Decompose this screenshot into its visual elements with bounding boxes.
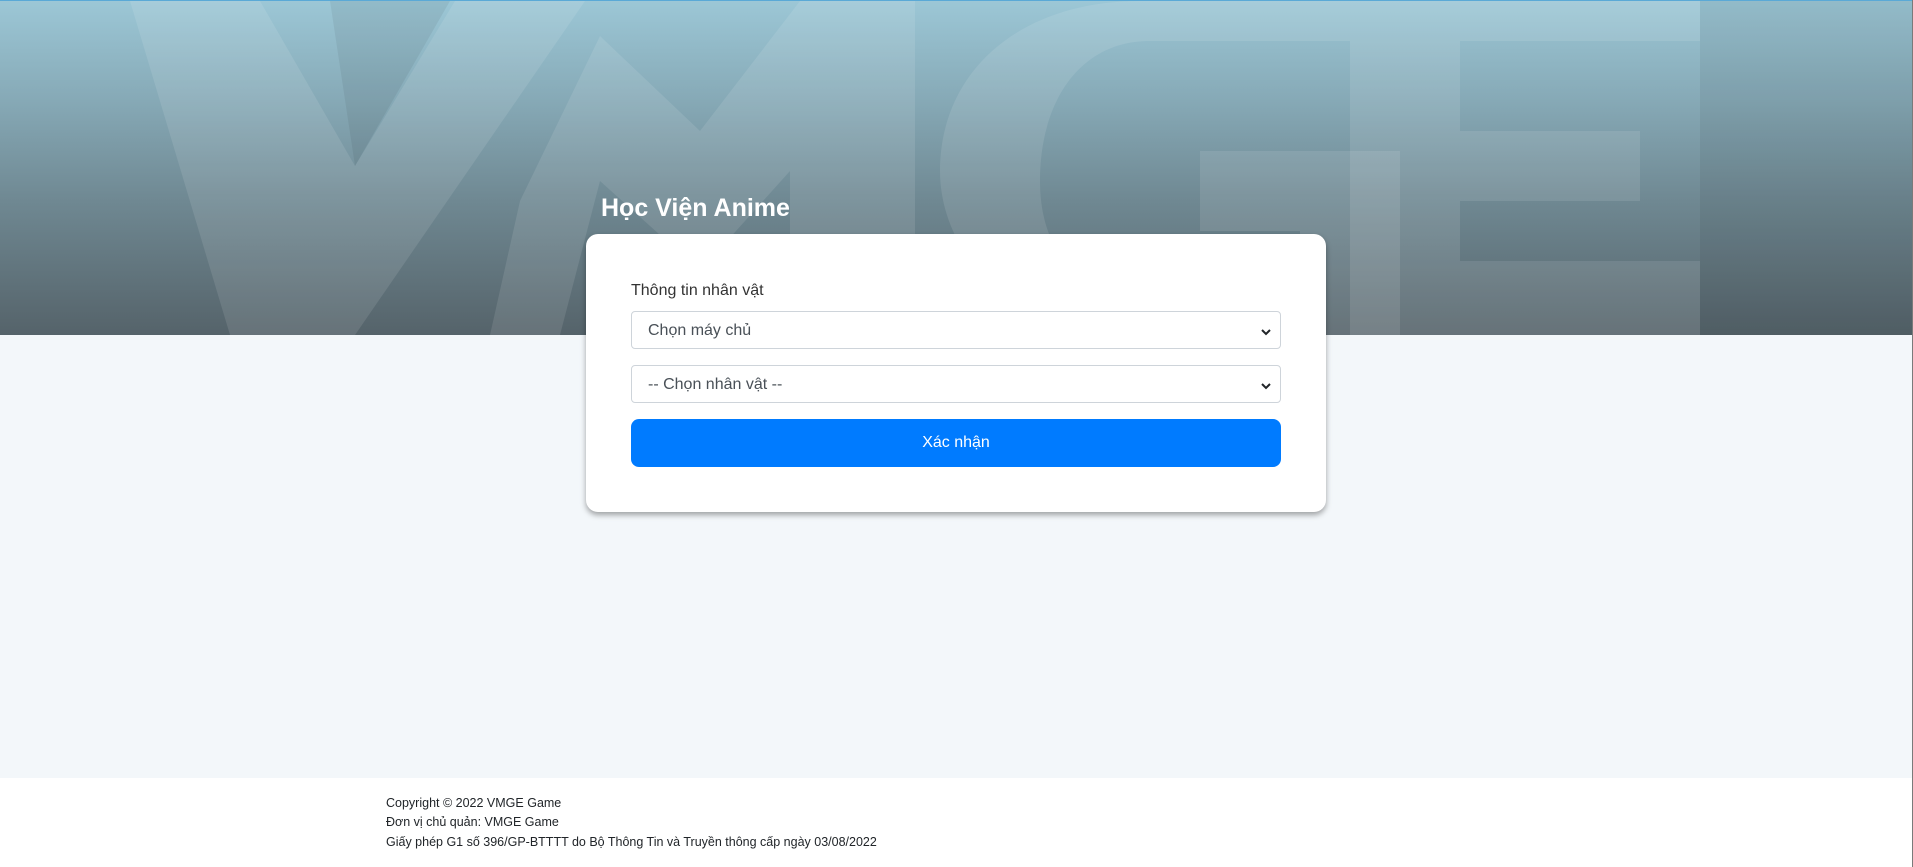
footer: Copyright © 2022 VMGE Game Đơn vị chủ qu… [0, 778, 1913, 867]
page-title: Học Viện Anime [601, 194, 790, 222]
footer-license: Giấy phép G1 số 396/GP-BTTTT do Bộ Thông… [386, 835, 877, 849]
character-select-value: -- Chọn nhân vật -- [648, 376, 783, 393]
footer-owner: Đơn vị chủ quản: VMGE Game [386, 815, 559, 829]
character-info-label: Thông tin nhân vật [631, 282, 764, 299]
server-select[interactable]: Chọn máy chủ [631, 311, 1281, 349]
confirm-button[interactable]: Xác nhận [631, 419, 1281, 467]
footer-copyright: Copyright © 2022 VMGE Game [386, 796, 562, 810]
character-select[interactable]: -- Chọn nhân vật -- [631, 365, 1281, 403]
chevron-down-icon [1260, 325, 1272, 343]
character-info-card: Thông tin nhân vật Chọn máy chủ -- Chọn … [586, 234, 1326, 512]
chevron-down-icon [1260, 379, 1272, 397]
server-select-value: Chọn máy chủ [648, 322, 752, 339]
